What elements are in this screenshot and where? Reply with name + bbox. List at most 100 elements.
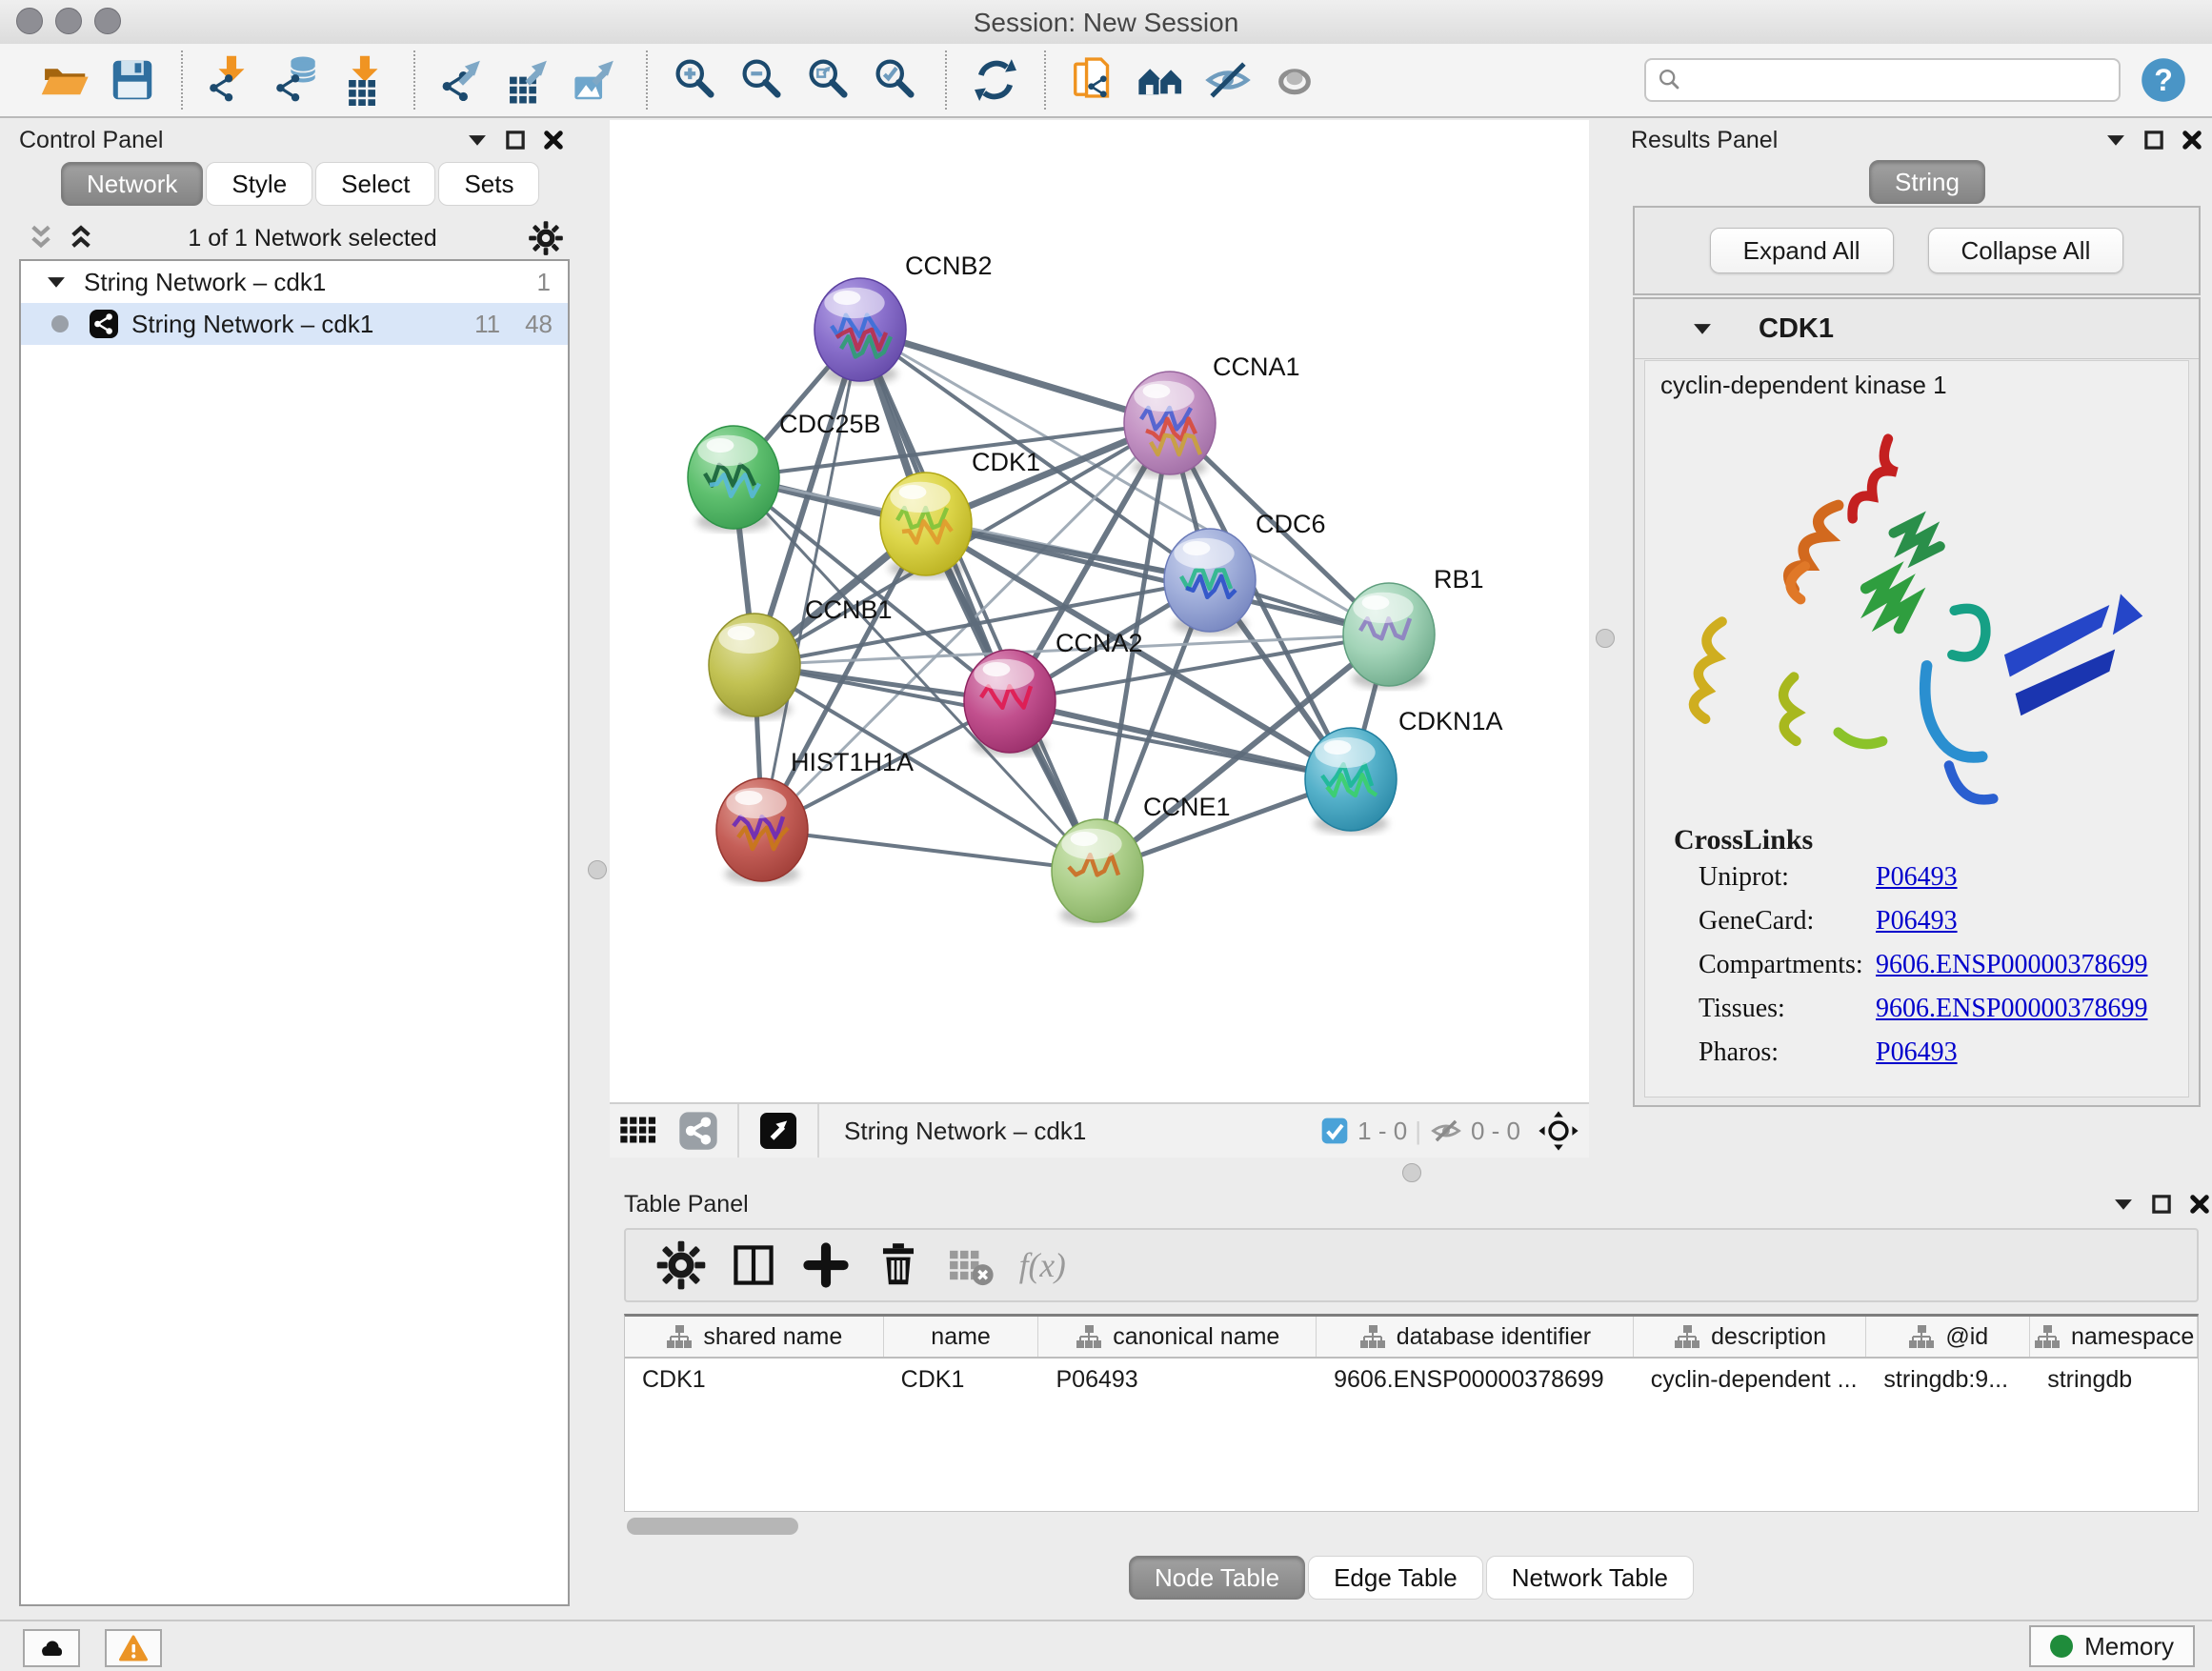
search-box[interactable]: [1644, 58, 2121, 102]
delete-column-button[interactable]: [871, 1238, 926, 1293]
tab-select[interactable]: Select: [315, 162, 435, 206]
column-header-description[interactable]: description: [1634, 1317, 1867, 1357]
crosslink-link[interactable]: P06493: [1876, 862, 1958, 893]
network-node-CCNA1[interactable]: CCNA1: [1124, 352, 1300, 477]
close-panel-icon[interactable]: [2180, 128, 2204, 152]
table-cell[interactable]: CDK1: [625, 1366, 884, 1394]
node-table[interactable]: shared namenamecanonical namedatabase id…: [624, 1314, 2199, 1512]
network-edge-CCNB2-CCNA1[interactable]: [860, 330, 1170, 423]
eye-slash-button[interactable]: [1200, 52, 1256, 108]
network-node-CCNB1[interactable]: CCNB1: [709, 595, 893, 719]
network-options-gear-icon[interactable]: [528, 220, 564, 256]
column-header-database-identifier[interactable]: database identifier: [1317, 1317, 1634, 1357]
table-cell[interactable]: cyclin-dependent ...: [1634, 1366, 1867, 1394]
expand-all-icon[interactable]: [65, 224, 97, 252]
selected-checkbox-icon[interactable]: [1319, 1116, 1350, 1146]
close-panel-icon[interactable]: [541, 128, 566, 152]
import-network-button[interactable]: [204, 52, 259, 108]
network-node-RB1[interactable]: RB1: [1343, 565, 1484, 689]
column-header--id[interactable]: @id: [1866, 1317, 2030, 1357]
horizontal-splitter-handle[interactable]: [1402, 1163, 1421, 1182]
zoom-selected-button[interactable]: [869, 52, 924, 108]
crosslink-label: GeneCard:: [1699, 906, 1876, 936]
expand-all-button[interactable]: Expand All: [1710, 228, 1894, 273]
cloud-status-button[interactable]: [23, 1629, 80, 1667]
table-cell[interactable]: P06493: [1038, 1366, 1317, 1394]
tab-edge-table[interactable]: Edge Table: [1308, 1556, 1483, 1600]
crosslink-link[interactable]: 9606.ENSP00000378699: [1876, 950, 2147, 980]
import-database-button[interactable]: [271, 52, 326, 108]
show-grid-button[interactable]: [617, 1109, 661, 1153]
help-button[interactable]: ?: [2138, 54, 2189, 106]
network-canvas[interactable]: CCNB2CCNA1CDC25BCDK1CDC6RB1CCNB1CCNA2CDK…: [610, 120, 1589, 1102]
float-panel-icon[interactable]: [2149, 1192, 2174, 1217]
toolbar-separator: [181, 50, 183, 110]
import-table-button[interactable]: [337, 52, 392, 108]
refresh-button[interactable]: [968, 52, 1023, 108]
scrollbar-thumb[interactable]: [627, 1518, 798, 1535]
table-cell[interactable]: 9606.ENSP00000378699: [1317, 1366, 1634, 1394]
table-cell[interactable]: CDK1: [884, 1366, 1039, 1394]
column-header-canonical-name[interactable]: canonical name: [1038, 1317, 1317, 1357]
fit-selected-target-icon[interactable]: [1538, 1110, 1579, 1152]
detach-view-button[interactable]: [756, 1109, 800, 1153]
hidden-eye-slash-icon[interactable]: [1429, 1114, 1463, 1148]
results-tab-string[interactable]: String: [1869, 160, 1985, 204]
float-panel-icon[interactable]: [2142, 128, 2166, 152]
network-edge-CCNA2-CDKN1A[interactable]: [1010, 701, 1351, 779]
entry-expander-icon[interactable]: [1690, 316, 1715, 341]
column-header-namespace[interactable]: namespace: [2030, 1317, 2198, 1357]
zoom-fit-button[interactable]: [802, 52, 857, 108]
search-input[interactable]: [1692, 66, 2109, 94]
network-row[interactable]: String Network – cdk1 11 48: [21, 303, 568, 345]
export-table-button[interactable]: [503, 52, 558, 108]
collapse-all-button[interactable]: Collapse All: [1928, 228, 2124, 273]
add-column-button[interactable]: [798, 1238, 854, 1293]
network-svg[interactable]: CCNB2CCNA1CDC25BCDK1CDC6RB1CCNB1CCNA2CDK…: [610, 120, 1589, 1102]
table-row[interactable]: CDK1CDK1P064939606.ENSP00000378699cyclin…: [625, 1359, 2198, 1400]
network-node-HIST1H1A[interactable]: HIST1H1A: [716, 748, 914, 884]
memory-button[interactable]: Memory: [2029, 1625, 2195, 1667]
tab-sets[interactable]: Sets: [438, 162, 539, 206]
node-entry-header[interactable]: CDK1: [1635, 299, 2199, 359]
column-header-shared-name[interactable]: shared name: [625, 1317, 884, 1357]
split-panel-button[interactable]: [726, 1238, 781, 1293]
close-panel-icon[interactable]: [2187, 1192, 2212, 1217]
crosslink-link[interactable]: P06493: [1876, 906, 1958, 936]
float-panel-icon[interactable]: [503, 128, 528, 152]
duplicate-network-button[interactable]: [1067, 52, 1122, 108]
save-session-button[interactable]: [105, 52, 160, 108]
network-node-CCNE1[interactable]: CCNE1: [1052, 793, 1231, 925]
network-node-CDKN1A[interactable]: CDKN1A: [1305, 707, 1503, 834]
network-edge-HIST1H1A-CCNE1[interactable]: [762, 830, 1097, 871]
eye-button[interactable]: [1267, 52, 1322, 108]
right-splitter-handle[interactable]: [1596, 629, 1615, 648]
table-cell[interactable]: stringdb:9...: [1866, 1366, 2030, 1394]
warnings-button[interactable]: [105, 1629, 162, 1667]
zoom-out-button[interactable]: [735, 52, 791, 108]
crosslink-link[interactable]: P06493: [1876, 1037, 1958, 1068]
export-image-button[interactable]: [570, 52, 625, 108]
tab-node-table[interactable]: Node Table: [1129, 1556, 1305, 1600]
column-header-name[interactable]: name: [884, 1317, 1039, 1357]
collapse-panel-icon[interactable]: [2103, 128, 2128, 152]
collapse-panel-icon[interactable]: [2111, 1192, 2136, 1217]
collapse-all-icon[interactable]: [25, 224, 57, 252]
table-cell[interactable]: stringdb: [2030, 1366, 2198, 1394]
table-settings-button[interactable]: [654, 1238, 709, 1293]
table-hscrollbar[interactable]: [624, 1518, 2199, 1537]
zoom-in-button[interactable]: [669, 52, 724, 108]
open-session-button[interactable]: [38, 52, 93, 108]
string-view-button[interactable]: [676, 1109, 720, 1153]
tree-expander-icon[interactable]: [44, 270, 69, 294]
collapse-panel-icon[interactable]: [465, 128, 490, 152]
tab-network[interactable]: Network: [61, 162, 203, 206]
network-collection-row[interactable]: String Network – cdk1 1: [21, 261, 568, 303]
tab-style[interactable]: Style: [206, 162, 312, 206]
network-edge-CCNB2-CCNE1[interactable]: [860, 330, 1097, 871]
tab-network-table[interactable]: Network Table: [1486, 1556, 1694, 1600]
export-network-button[interactable]: [436, 52, 492, 108]
crosslink-link[interactable]: 9606.ENSP00000378699: [1876, 994, 2147, 1024]
houses-button[interactable]: [1134, 52, 1189, 108]
left-splitter-handle[interactable]: [588, 860, 607, 879]
